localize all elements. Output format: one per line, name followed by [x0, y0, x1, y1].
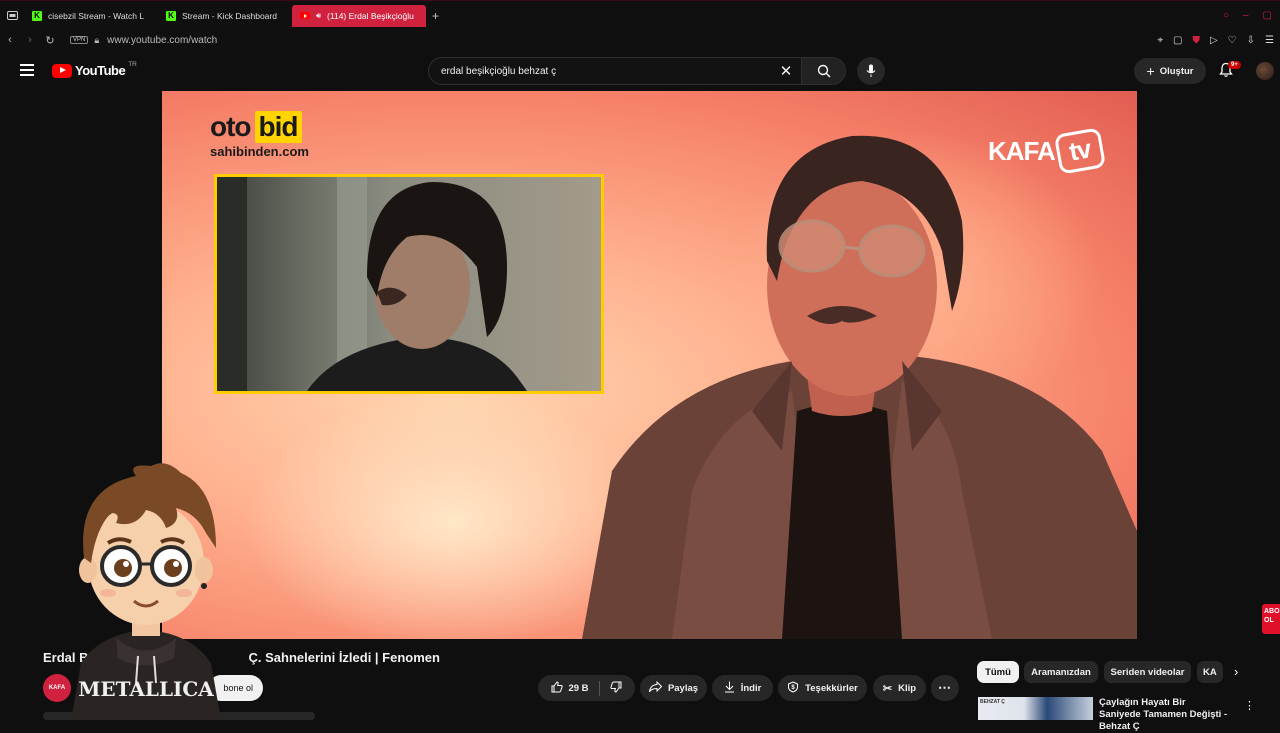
chip-channel[interactable]: KA — [1197, 661, 1223, 683]
tab-title: cisebzil Stream - Watch L — [48, 10, 145, 21]
chevron-right-icon[interactable]: › — [1234, 664, 1238, 679]
youtube-logo[interactable]: YouTube TR — [52, 61, 137, 78]
guide-menu-icon[interactable] — [20, 64, 34, 76]
search-tabs-icon[interactable]: ○ — [1223, 10, 1229, 21]
shield-icon[interactable]: ⛊ — [1192, 35, 1200, 46]
share-icon — [648, 680, 663, 695]
heart-icon[interactable]: ♡ — [1228, 35, 1237, 46]
inset-clip-frame — [214, 174, 604, 394]
sponsor-name-a: oto — [210, 111, 252, 142]
clip-button[interactable]: ✂︎ Klip — [873, 675, 926, 701]
notification-count-badge: 9+ — [1228, 61, 1241, 69]
window-control-icon[interactable]: ▢ — [1263, 10, 1272, 21]
kick-icon: K — [32, 10, 42, 21]
download-button[interactable]: İndir — [712, 675, 773, 701]
recommendation-menu-icon[interactable]: ⋮ — [1244, 699, 1255, 712]
chip-series-videos[interactable]: Seriden videolar — [1104, 661, 1191, 683]
browser-tab-strip: K cisebzil Stream - Watch L K Stream - K… — [0, 0, 1280, 30]
tab-title: (114) Erdal Beşikçioğlu — [327, 10, 414, 21]
tab-kick-dashboard[interactable]: K Stream - Kick Dashboard — [158, 5, 292, 27]
chip-all[interactable]: Tümü — [977, 661, 1019, 683]
super-thanks-icon: $ — [787, 680, 799, 696]
video-title-right: Ç. Sahnelerini İzledi | Fenomen — [248, 650, 440, 665]
share-label: Paylaş — [667, 682, 699, 694]
plus-icon: + — [1146, 63, 1155, 79]
account-avatar[interactable] — [1256, 62, 1274, 80]
hoodie-print-text: METALLICA — [78, 677, 214, 701]
svg-text:$: $ — [792, 685, 796, 691]
inset-person-figure — [217, 177, 527, 391]
streamer-cartoon-avatar: METALLICA — [71, 463, 221, 720]
more-actions-button[interactable]: ⋯ — [931, 675, 959, 701]
clear-search-icon[interactable]: ✕ — [771, 62, 801, 80]
channel-watermark-b: tv — [1053, 127, 1106, 175]
youtube-logo-icon — [52, 63, 72, 78]
like-count: 29 B — [568, 682, 589, 694]
share-button[interactable]: Paylaş — [640, 675, 707, 701]
search-input[interactable]: erdal beşikçioğlu behzat ç — [429, 66, 771, 77]
sponsor-name-b: bid — [254, 111, 302, 143]
create-button[interactable]: + Oluştur — [1134, 58, 1206, 84]
tab-youtube-video[interactable]: 🔊︎ (114) Erdal Beşikçioğlu — [292, 4, 426, 27]
menu-icon[interactable]: ☰ — [1265, 35, 1274, 46]
search-icon — [817, 64, 830, 78]
scissors-icon: ✂︎ — [882, 682, 893, 695]
channel-watermark-a: KAFA — [988, 135, 1056, 166]
play-icon[interactable]: ▷ — [1210, 35, 1218, 46]
thumbs-down-icon — [609, 681, 622, 693]
tab-cisebzil-stream[interactable]: K cisebzil Stream - Watch L — [24, 5, 158, 27]
kick-icon: K — [166, 10, 176, 21]
download-label: İndir — [740, 682, 762, 694]
video-player[interactable]: oto bid sahibinden.com KAFA tv — [162, 91, 1137, 639]
recommendation-title[interactable]: Çaylağın Hayatı Bir Saniyede Tamamen Değ… — [1099, 697, 1229, 733]
youtube-icon — [300, 12, 310, 19]
recommendation-thumbnail[interactable]: BEHZAT Ç — [978, 697, 1093, 720]
chip-from-search[interactable]: Aramanızdan — [1024, 661, 1098, 683]
forward-icon[interactable]: › — [20, 34, 40, 46]
subscribe-edge-badge: ABO OL — [1262, 604, 1280, 634]
minimize-icon[interactable]: – — [1243, 10, 1249, 21]
tab-title: Stream - Kick Dashboard — [182, 10, 277, 21]
video-person-figure — [582, 135, 1137, 639]
address-bar: ‹ › ↻ VPN 🔒︎ www.youtube.com/watch ⌖ ▢ ⛊… — [0, 30, 1280, 50]
lock-icon[interactable]: 🔒︎ — [94, 35, 99, 46]
search-button[interactable] — [801, 58, 845, 84]
create-label: Oluştur — [1159, 65, 1194, 77]
workspaces-icon[interactable] — [0, 1, 24, 31]
voice-search-button[interactable] — [857, 57, 885, 85]
snapshot-icon[interactable]: ▢ — [1173, 35, 1182, 46]
thumbs-up-icon — [551, 680, 564, 696]
dislike-button[interactable] — [606, 681, 622, 696]
thanks-button[interactable]: $ Teşekkürler — [778, 675, 867, 701]
download-icon[interactable]: ⇩ — [1247, 35, 1255, 46]
thumbnail-label: BEHZAT Ç — [980, 699, 1005, 705]
thanks-label: Teşekkürler — [805, 682, 858, 694]
channel-watermark-logo: KAFA tv — [988, 127, 1106, 175]
download-icon — [724, 681, 735, 696]
speaker-icon[interactable]: 🔊︎ — [316, 11, 321, 21]
clip-label: Klip — [898, 682, 917, 694]
url-text[interactable]: www.youtube.com/watch — [107, 35, 217, 46]
back-icon[interactable]: ‹ — [0, 34, 20, 46]
like-button[interactable]: 29 B — [551, 680, 600, 696]
search-box[interactable]: erdal beşikçioğlu behzat ç ✕ — [428, 57, 846, 85]
vpn-badge[interactable]: VPN — [70, 36, 89, 44]
country-code: TR — [128, 61, 137, 68]
sponsor-logo: oto bid sahibinden.com — [210, 111, 309, 159]
reload-icon[interactable]: ↻ — [40, 34, 60, 47]
youtube-logo-text: YouTube — [75, 63, 126, 78]
microphone-icon — [866, 64, 876, 77]
new-tab-button[interactable]: + — [432, 9, 439, 23]
pin-icon[interactable]: ⌖ — [1157, 35, 1163, 46]
sponsor-domain: sahibinden.com — [210, 144, 309, 159]
like-dislike-group: 29 B — [538, 675, 635, 701]
